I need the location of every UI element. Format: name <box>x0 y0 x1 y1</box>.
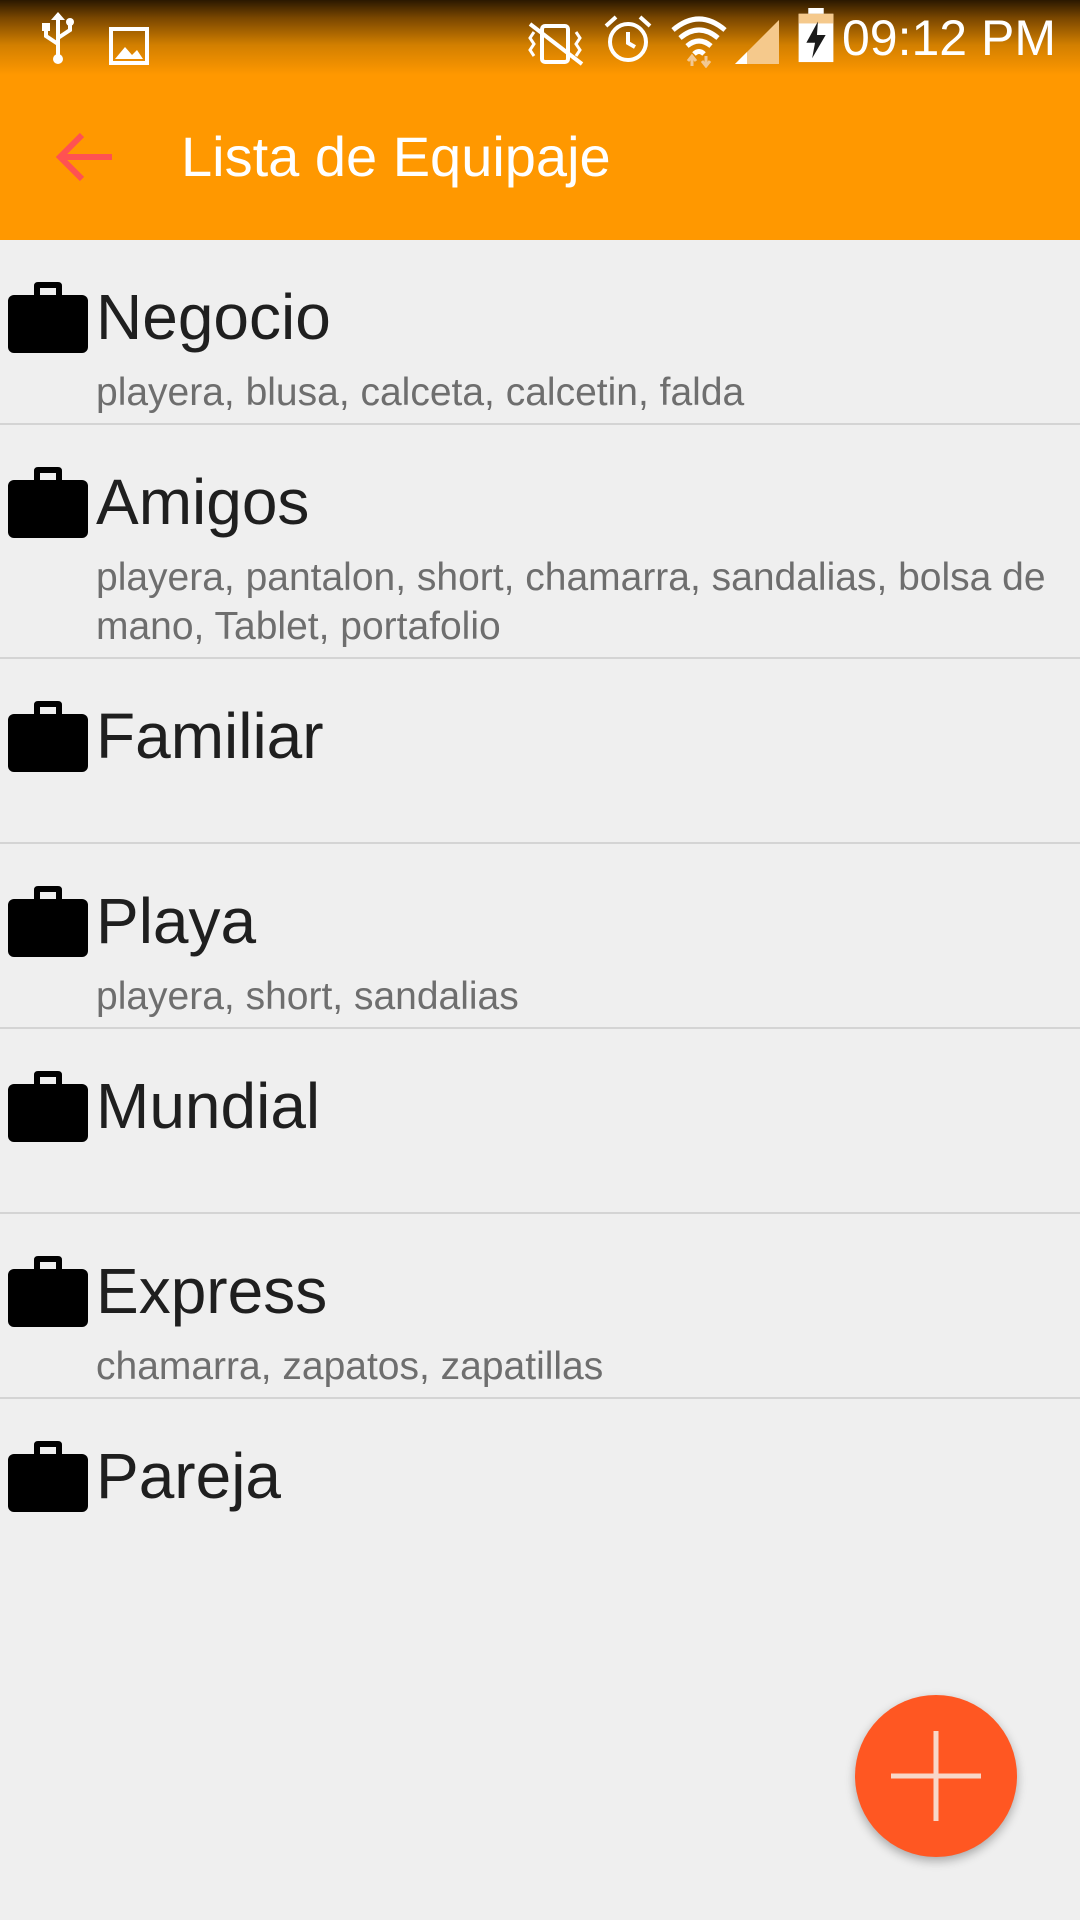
arrow-back-icon <box>55 132 112 182</box>
briefcase-icon <box>8 886 88 957</box>
list-item-title: Pareja <box>96 1440 281 1512</box>
back-button[interactable] <box>52 124 118 190</box>
list-item-title: Mundial <box>96 1070 321 1142</box>
briefcase-icon <box>8 282 88 353</box>
status-bar: 09:12 PM <box>0 0 1080 75</box>
briefcase-icon <box>8 1256 88 1327</box>
status-time: 09:12 PM <box>841 10 1056 66</box>
briefcase-icon <box>8 701 88 772</box>
luggage-list: Negocio playera, blusa, calceta, calceti… <box>0 240 1080 1584</box>
usb-icon <box>42 12 74 64</box>
list-item-title: Negocio <box>96 281 331 353</box>
list-item[interactable]: Mundial <box>0 1029 1080 1214</box>
add-list-button[interactable] <box>855 1695 1017 1857</box>
list-item-subtitle: chamarra, zapatos, zapatillas <box>96 1345 604 1388</box>
briefcase-icon <box>8 1071 88 1142</box>
list-item[interactable]: Familiar <box>0 659 1080 844</box>
signal-icon <box>735 20 779 64</box>
plus-icon <box>891 1731 981 1821</box>
list-item-subtitle: playera, blusa, calceta, calcetin, falda <box>96 371 745 414</box>
list-item-title: Familiar <box>96 700 324 772</box>
briefcase-icon <box>8 467 88 538</box>
list-item-subtitle: playera, short, sandalias <box>96 975 519 1018</box>
list-item[interactable]: Express chamarra, zapatos, zapatillas <box>0 1214 1080 1399</box>
alarm-icon <box>604 15 652 62</box>
list-item[interactable]: Amigos playera, pantalon, short, chamarr… <box>0 425 1080 659</box>
image-icon <box>109 27 149 65</box>
page-title: Lista de Equipaje <box>181 125 611 188</box>
vibrate-mute-icon <box>528 22 584 66</box>
battery-charging-icon <box>798 8 834 63</box>
list-item[interactable]: Playa playera, short, sandalias <box>0 844 1080 1029</box>
wifi-icon <box>671 16 727 68</box>
list-item[interactable]: Negocio playera, blusa, calceta, calceti… <box>0 240 1080 425</box>
list-item-subtitle: playera, pantalon, short, chamarra, sand… <box>96 556 1046 648</box>
app-bar: Lista de Equipaje <box>0 75 1080 240</box>
list-item[interactable]: Pareja <box>0 1399 1080 1584</box>
list-item-title: Express <box>96 1255 328 1327</box>
list-item-title: Playa <box>96 885 257 957</box>
briefcase-icon <box>8 1441 88 1512</box>
list-item-title: Amigos <box>96 466 310 538</box>
